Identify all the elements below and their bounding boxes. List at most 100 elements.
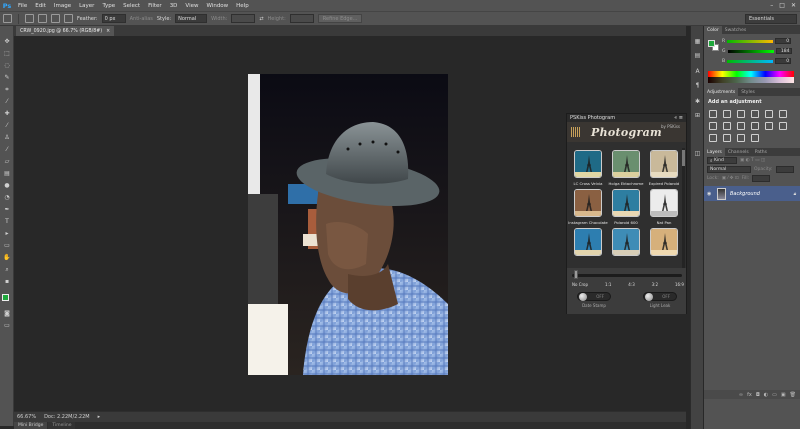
- close-icon[interactable]: ✕: [791, 2, 796, 9]
- menu-select[interactable]: Select: [119, 3, 144, 9]
- filter-item[interactable]: Polaroid 600: [611, 189, 641, 226]
- filter-item[interactable]: Instagram Chocolate: [568, 189, 608, 226]
- curves-icon[interactable]: [737, 110, 745, 118]
- filter-thumbnail[interactable]: [650, 228, 678, 256]
- light-leak-switch[interactable]: OFF: [643, 292, 677, 301]
- blur-tool-icon[interactable]: ●: [3, 182, 11, 189]
- tab-color[interactable]: Color: [704, 26, 722, 34]
- filter-thumbnail[interactable]: [612, 150, 640, 178]
- tab-adjustments[interactable]: Adjustments: [704, 88, 739, 96]
- crop-option[interactable]: 4:3: [628, 282, 634, 287]
- tab-timeline[interactable]: Timeline: [48, 422, 76, 429]
- crop-tool-icon[interactable]: ⌗: [3, 86, 11, 93]
- blue-value[interactable]: 0: [775, 58, 792, 64]
- selective-color-icon[interactable]: [737, 134, 745, 142]
- photo-filter-icon[interactable]: [737, 122, 745, 130]
- filter-thumbnail[interactable]: [612, 228, 640, 256]
- add-selection-icon[interactable]: [38, 14, 47, 23]
- brush-tool-icon[interactable]: ⁄: [3, 122, 11, 129]
- green-slider[interactable]: [727, 49, 774, 53]
- gradient-tool-icon[interactable]: ▤: [3, 170, 11, 177]
- lock-options-icon[interactable]: ▣ ⁄ ✥ ⊡: [722, 176, 739, 181]
- layer-row-background[interactable]: ◉ Background 🔒︎: [704, 186, 800, 201]
- paragraph-icon[interactable]: ¶: [694, 82, 701, 89]
- history-icon[interactable]: ▦: [694, 38, 701, 45]
- gradient-map-icon[interactable]: [751, 134, 759, 142]
- hue-saturation-icon[interactable]: [779, 110, 787, 118]
- maximize-icon[interactable]: □: [779, 2, 785, 9]
- tab-swatches[interactable]: Swatches: [722, 26, 750, 34]
- pen-tool-icon[interactable]: ✒: [3, 206, 11, 213]
- document-tab[interactable]: CRW_0920.jpg @ 66.7% (RGB/8#) ×: [16, 26, 115, 36]
- antialias-checkbox[interactable]: Anti-alias: [130, 16, 153, 22]
- eyedropper-tool-icon[interactable]: ⁄: [3, 98, 11, 105]
- height-input[interactable]: [289, 14, 314, 23]
- menu-3d[interactable]: 3D: [166, 3, 182, 9]
- red-slider[interactable]: [727, 39, 774, 43]
- ps-logo-icon[interactable]: Ps: [0, 0, 14, 11]
- filter-thumbnail[interactable]: [574, 189, 602, 217]
- opacity-input[interactable]: [775, 166, 794, 173]
- filter-thumbnail[interactable]: [612, 189, 640, 217]
- menu-view[interactable]: View: [181, 3, 202, 9]
- intersect-selection-icon[interactable]: [64, 14, 73, 23]
- date-stamp-switch[interactable]: OFF: [577, 292, 611, 301]
- tab-channels[interactable]: Channels: [725, 148, 752, 156]
- menu-image[interactable]: Image: [50, 3, 75, 9]
- quick-mask-icon[interactable]: ◙: [3, 310, 11, 317]
- filter-item[interactable]: [573, 228, 603, 265]
- properties-icon[interactable]: ▤: [694, 52, 701, 59]
- menu-window[interactable]: Window: [202, 3, 232, 9]
- levels-icon[interactable]: [723, 110, 731, 118]
- character-icon[interactable]: A: [694, 68, 701, 75]
- link-icon[interactable]: ∞: [739, 392, 743, 398]
- filter-thumbnail[interactable]: [574, 228, 602, 256]
- move-tool-icon[interactable]: ✥: [3, 38, 11, 45]
- adjustment-layer-icon[interactable]: ◐: [764, 392, 768, 398]
- quick-select-tool-icon[interactable]: ✎: [3, 74, 11, 81]
- hand-tool-icon[interactable]: ✋: [3, 254, 11, 261]
- filter-item[interactable]: [649, 228, 679, 265]
- invert-icon[interactable]: [779, 122, 787, 130]
- crop-option[interactable]: 16:9: [675, 282, 684, 287]
- channel-mixer-icon[interactable]: [751, 122, 759, 130]
- brightness-icon[interactable]: [709, 110, 717, 118]
- foreground-color-swatch[interactable]: [2, 294, 9, 301]
- zoom-level[interactable]: 66.67%: [17, 414, 36, 420]
- photogram-plugin-icon[interactable]: ◫: [694, 150, 701, 157]
- panel-collapse-icon[interactable]: « ≡: [674, 115, 686, 121]
- marquee-tool-preset-icon[interactable]: [3, 14, 12, 23]
- filter-thumbnail[interactable]: [574, 150, 602, 178]
- fill-input[interactable]: [752, 175, 771, 182]
- scrollbar-thumb[interactable]: [682, 150, 685, 166]
- posterize-icon[interactable]: [709, 134, 717, 142]
- threshold-icon[interactable]: [723, 134, 731, 142]
- tab-layers[interactable]: Layers: [704, 148, 725, 156]
- filter-item[interactable]: LC Cross Velvia: [573, 150, 603, 187]
- lasso-tool-icon[interactable]: ◌: [3, 62, 11, 69]
- refine-edge-button[interactable]: Refine Edge...: [317, 14, 363, 23]
- light-leak-toggle[interactable]: OFF Light Leak: [643, 292, 677, 308]
- filter-item[interactable]: Nat Pan: [649, 189, 679, 226]
- crop-slider[interactable]: [572, 274, 682, 277]
- group-icon[interactable]: ▭: [772, 392, 777, 398]
- layer-filter-icons[interactable]: ▣ ◐ T ▭ ◫: [740, 158, 765, 163]
- vibrance-icon[interactable]: [765, 110, 773, 118]
- menu-edit[interactable]: Edit: [31, 3, 50, 9]
- eye-icon[interactable]: ◉: [707, 191, 713, 197]
- crop-option[interactable]: No Crop: [572, 282, 588, 287]
- healing-brush-icon[interactable]: ✚: [3, 110, 11, 117]
- marquee-tool-icon[interactable]: ⬚: [3, 50, 11, 57]
- brush-presets-icon[interactable]: ✱: [694, 98, 701, 105]
- history-brush-icon[interactable]: ⁄: [3, 146, 11, 153]
- fx-icon[interactable]: fx: [747, 392, 752, 398]
- trash-icon[interactable]: 🗑︎: [790, 392, 796, 398]
- clone-source-icon[interactable]: ⊞: [694, 112, 701, 119]
- grayscale-ramp[interactable]: [708, 77, 794, 83]
- swap-icon[interactable]: ⇄: [259, 16, 263, 22]
- filter-thumbnail[interactable]: [650, 189, 678, 217]
- color-balance-icon[interactable]: [709, 122, 717, 130]
- filter-scrollbar[interactable]: [682, 148, 685, 268]
- date-stamp-toggle[interactable]: OFF Date Stamp: [577, 292, 611, 308]
- tab-paths[interactable]: Paths: [752, 148, 770, 156]
